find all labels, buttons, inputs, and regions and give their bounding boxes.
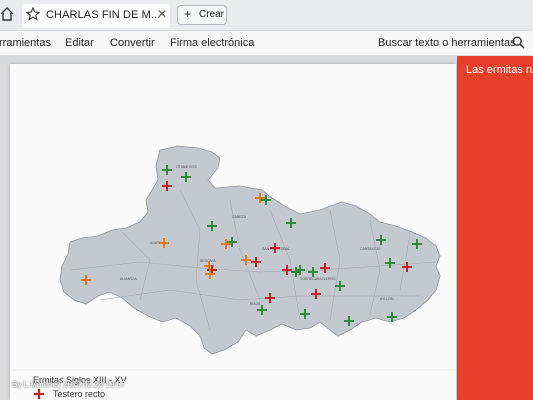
red-cross-icon <box>34 389 44 399</box>
svg-text:ALMARZA: ALMARZA <box>120 277 137 281</box>
region-map: OTANIEGOSCABEZA ANAYASEGOVIA SAN CRISTOB… <box>11 145 456 371</box>
legend-item-label: Testero recto <box>53 389 106 399</box>
photo-watermark: By L.Martinez 2020.02.20 19:57 <box>12 380 126 389</box>
svg-text:TORRECABALLEROS: TORRECABALLEROS <box>300 277 336 281</box>
svg-text:OTANIEGOS: OTANIEGOS <box>176 165 197 169</box>
svg-text:RIAZA: RIAZA <box>250 302 261 306</box>
svg-text:CANTALEJO: CANTALEJO <box>360 247 381 251</box>
svg-text:CABEZA: CABEZA <box>232 215 247 219</box>
region-outline <box>59 145 441 355</box>
svg-text:AYLLON: AYLLON <box>380 297 394 301</box>
